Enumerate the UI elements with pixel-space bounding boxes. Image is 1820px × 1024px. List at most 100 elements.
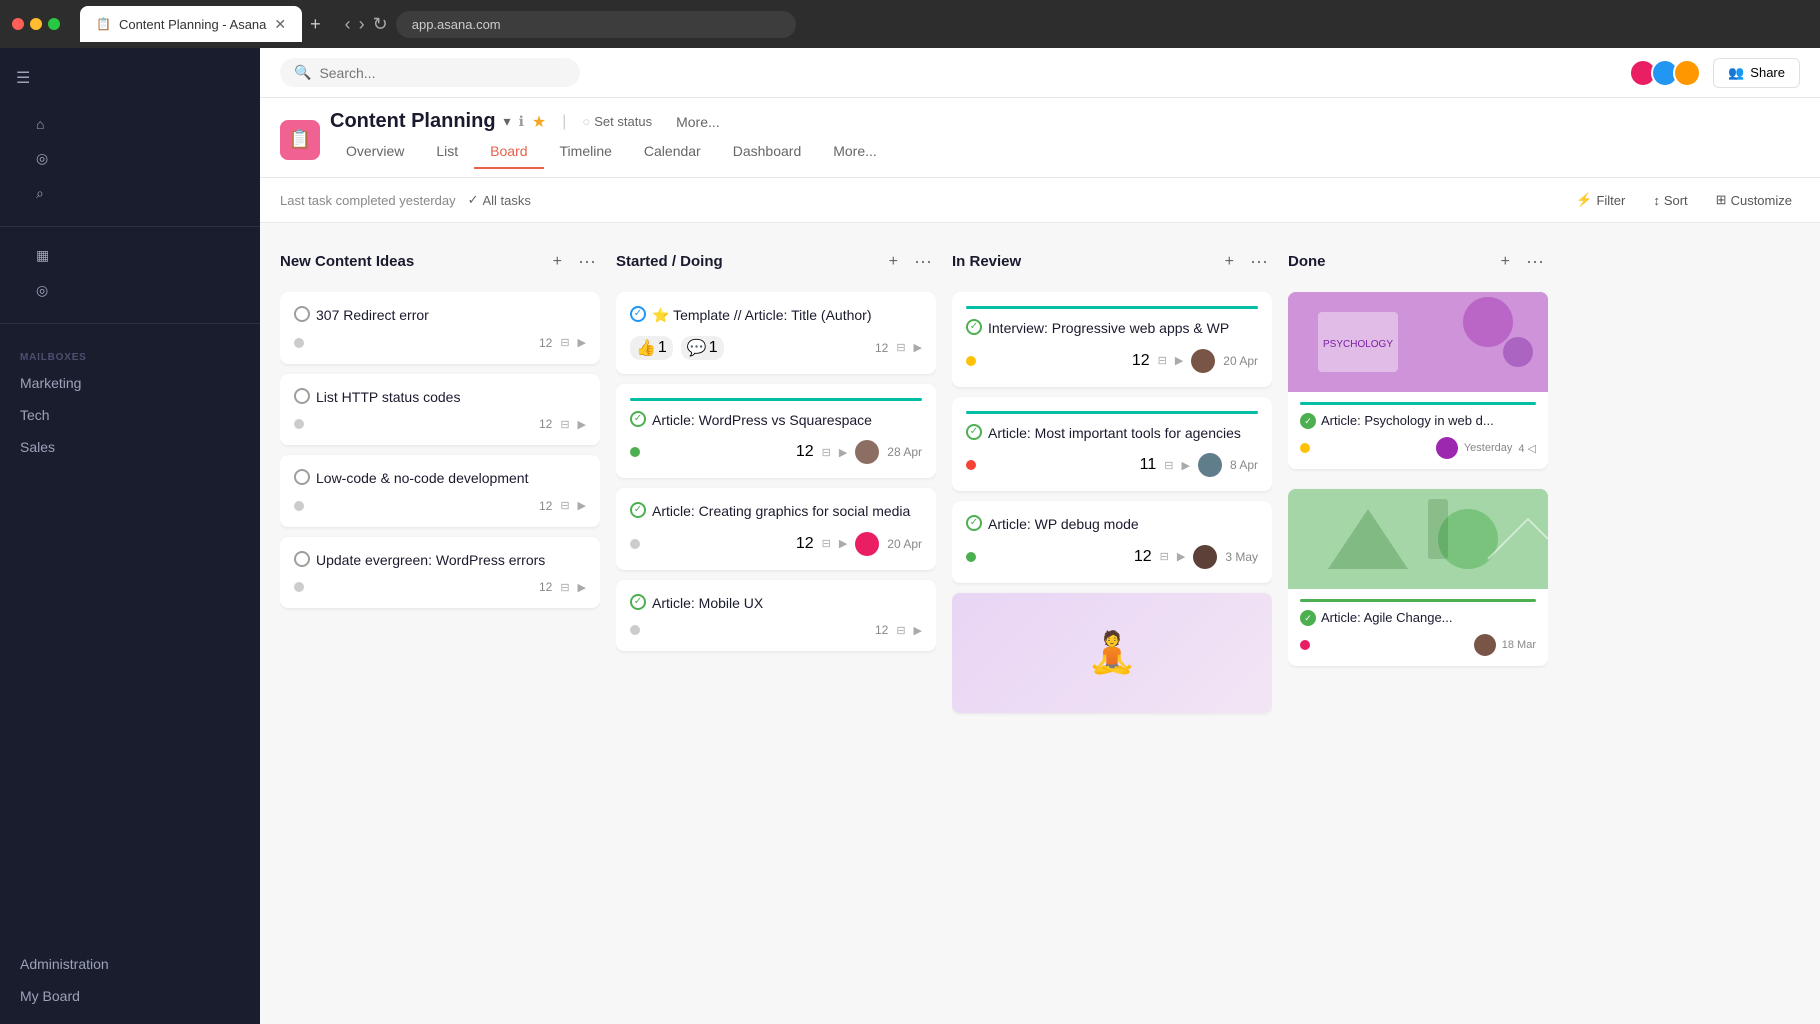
done-card-accent-2 xyxy=(1300,599,1536,602)
card-wp-debug[interactable]: ✓ Article: WP debug mode 12 ⊟ ▶ xyxy=(952,501,1272,583)
done-card-psychology[interactable]: PSYCHOLOGY ✓ Article: Psychology in web … xyxy=(1288,292,1548,469)
card-check-mobile[interactable]: ✓ xyxy=(630,594,646,610)
card-mobile-ux[interactable]: ✓ Article: Mobile UX 12 ⊟ ▶ xyxy=(616,580,936,652)
card-check-4[interactable] xyxy=(294,551,310,567)
subtask-icon-4: ⊟ xyxy=(560,581,569,594)
sidebar-item-inbox[interactable]: ◎ xyxy=(16,142,244,175)
card-most-important-tools[interactable]: ✓ Article: Most important tools for agen… xyxy=(952,397,1272,492)
sidebar-item-marketing[interactable]: Marketing xyxy=(0,367,260,399)
back-btn[interactable]: ‹ xyxy=(345,14,351,35)
done-card-body-psychology: ✓ Article: Psychology in web d... Yester… xyxy=(1288,392,1548,469)
card-count-mobile: 12 xyxy=(875,623,888,637)
more-options-btn[interactable]: More... xyxy=(676,114,720,130)
project-info-icon[interactable]: ℹ xyxy=(519,113,524,130)
avatar-3 xyxy=(1673,59,1701,87)
card-footer-1: 12 ⊟ ▶ xyxy=(294,336,586,350)
refresh-btn[interactable]: ↻ xyxy=(373,14,388,35)
sidebar-item-sales[interactable]: Sales xyxy=(0,431,260,463)
check-circle-icon: ✓ xyxy=(468,192,479,208)
card-wordpress-vs-squarespace[interactable]: ✓ Article: WordPress vs Squarespace 12 ⊟… xyxy=(616,384,936,479)
card-template[interactable]: ✓ ⭐ Template // Article: Title (Author) … xyxy=(616,292,936,374)
sidebar-item-home[interactable]: ⌂ xyxy=(16,108,244,140)
card-low-code[interactable]: Low-code & no-code development 12 ⊟ ▶ xyxy=(280,455,600,527)
forward-btn[interactable]: › xyxy=(359,14,365,35)
subtask-icon-debug: ⊟ xyxy=(1160,550,1169,563)
set-status-btn[interactable]: ○ Set status xyxy=(582,114,652,129)
column-more-btn-review[interactable]: ··· xyxy=(1246,247,1272,276)
card-check-3[interactable] xyxy=(294,469,310,485)
tab-list[interactable]: List xyxy=(420,135,474,169)
card-http-status[interactable]: List HTTP status codes 12 ⊟ ▶ xyxy=(280,374,600,446)
tag-dot-4 xyxy=(294,582,304,592)
card-count-debug: 12 xyxy=(1134,548,1152,566)
card-check-graphics[interactable]: ✓ xyxy=(630,502,646,518)
tag-dot-wp-sq xyxy=(630,447,640,457)
last-task-text: Last task completed yesterday xyxy=(280,193,456,208)
reaction-thumb: 👍 1 xyxy=(630,336,673,360)
project-star-icon[interactable]: ★ xyxy=(532,112,546,132)
browser-close[interactable] xyxy=(12,18,24,30)
column-add-btn-new[interactable]: + xyxy=(549,249,566,275)
card-307-redirect[interactable]: 307 Redirect error 12 ⊟ ▶ xyxy=(280,292,600,364)
column-add-btn-started[interactable]: + xyxy=(885,249,902,275)
sidebar-item-my-board[interactable]: My Board xyxy=(0,980,260,1012)
url-bar[interactable]: app.asana.com xyxy=(396,11,796,38)
browser-tab[interactable]: 📋 Content Planning - Asana ✕ xyxy=(80,6,302,42)
card-check-template[interactable]: ✓ xyxy=(630,306,646,322)
card-check-2[interactable] xyxy=(294,388,310,404)
card-check-debug[interactable]: ✓ xyxy=(966,515,982,531)
search-input[interactable] xyxy=(319,65,566,81)
tab-dashboard[interactable]: Dashboard xyxy=(717,135,818,169)
new-tab-btn[interactable]: + xyxy=(310,14,321,35)
sort-btn[interactable]: ↕ Sort xyxy=(1645,189,1695,212)
card-check-wp-sq[interactable]: ✓ xyxy=(630,411,646,427)
sidebar-item-portfolio[interactable]: ▦ xyxy=(16,239,244,272)
column-more-btn-started[interactable]: ··· xyxy=(910,247,936,276)
card-tag-2 xyxy=(294,419,304,429)
sidebar-toggle-btn[interactable]: ☰ xyxy=(16,68,30,88)
sidebar-divider xyxy=(0,226,260,227)
share-button[interactable]: 👥 Share xyxy=(1713,58,1800,88)
card-creating-graphics[interactable]: ✓ Article: Creating graphics for social … xyxy=(616,488,936,570)
tab-overview[interactable]: Overview xyxy=(330,135,420,169)
sidebar-item-search[interactable]: ⌕ xyxy=(16,177,244,210)
administration-label: Administration xyxy=(20,956,109,972)
column-title-done: Done xyxy=(1288,253,1489,270)
all-tasks-btn[interactable]: ✓ All tasks xyxy=(468,192,531,208)
customize-btn[interactable]: ⊞ Customize xyxy=(1708,188,1800,212)
tab-board[interactable]: Board xyxy=(474,135,543,169)
card-accent-pwa xyxy=(966,306,1258,309)
card-title-debug: ✓ Article: WP debug mode xyxy=(966,515,1258,535)
done-card-agile[interactable]: ✓ Article: Agile Change... 18 Mar xyxy=(1288,489,1548,666)
column-more-btn-new[interactable]: ··· xyxy=(574,247,600,276)
project-chevron-icon[interactable]: ▾ xyxy=(504,113,511,130)
search-bar[interactable]: 🔍 xyxy=(280,58,580,87)
column-add-btn-done[interactable]: + xyxy=(1497,249,1514,275)
done-card-meta-2 xyxy=(1300,640,1310,650)
browser-maximize[interactable] xyxy=(48,18,60,30)
subtask-icon-1: ⊟ xyxy=(560,336,569,349)
tab-calendar[interactable]: Calendar xyxy=(628,135,717,169)
card-title-tools: ✓ Article: Most important tools for agen… xyxy=(966,424,1258,444)
sidebar-item-goals[interactable]: ◎ xyxy=(16,274,244,307)
tab-more[interactable]: More... xyxy=(817,135,893,169)
tab-timeline[interactable]: Timeline xyxy=(544,135,628,169)
card-check-tools[interactable]: ✓ xyxy=(966,424,982,440)
card-check-1[interactable] xyxy=(294,306,310,322)
done-card-title-psychology: ✓ Article: Psychology in web d... xyxy=(1300,413,1536,429)
column-more-btn-done[interactable]: ··· xyxy=(1522,247,1548,276)
card-interview-pwa[interactable]: ✓ Interview: Progressive web apps & WP 1… xyxy=(952,292,1272,387)
browser-minimize[interactable] xyxy=(30,18,42,30)
card-check-pwa[interactable]: ✓ xyxy=(966,319,982,335)
tab-close-btn[interactable]: ✕ xyxy=(274,16,286,33)
card-illustration-review[interactable]: 🧘 xyxy=(952,593,1272,713)
filter-btn[interactable]: ⚡ Filter xyxy=(1568,188,1633,212)
sidebar-item-administration[interactable]: Administration xyxy=(0,948,260,980)
done-card-check-1[interactable]: ✓ xyxy=(1300,413,1316,429)
column-add-btn-review[interactable]: + xyxy=(1221,249,1238,275)
sidebar-item-tech[interactable]: Tech xyxy=(0,399,260,431)
column-cards-new: 307 Redirect error 12 ⊟ ▶ xyxy=(280,292,600,1008)
card-update-evergreen[interactable]: Update evergreen: WordPress errors 12 ⊟ … xyxy=(280,537,600,609)
card-avatar-tools xyxy=(1198,453,1222,477)
done-card-check-2[interactable]: ✓ xyxy=(1300,610,1316,626)
